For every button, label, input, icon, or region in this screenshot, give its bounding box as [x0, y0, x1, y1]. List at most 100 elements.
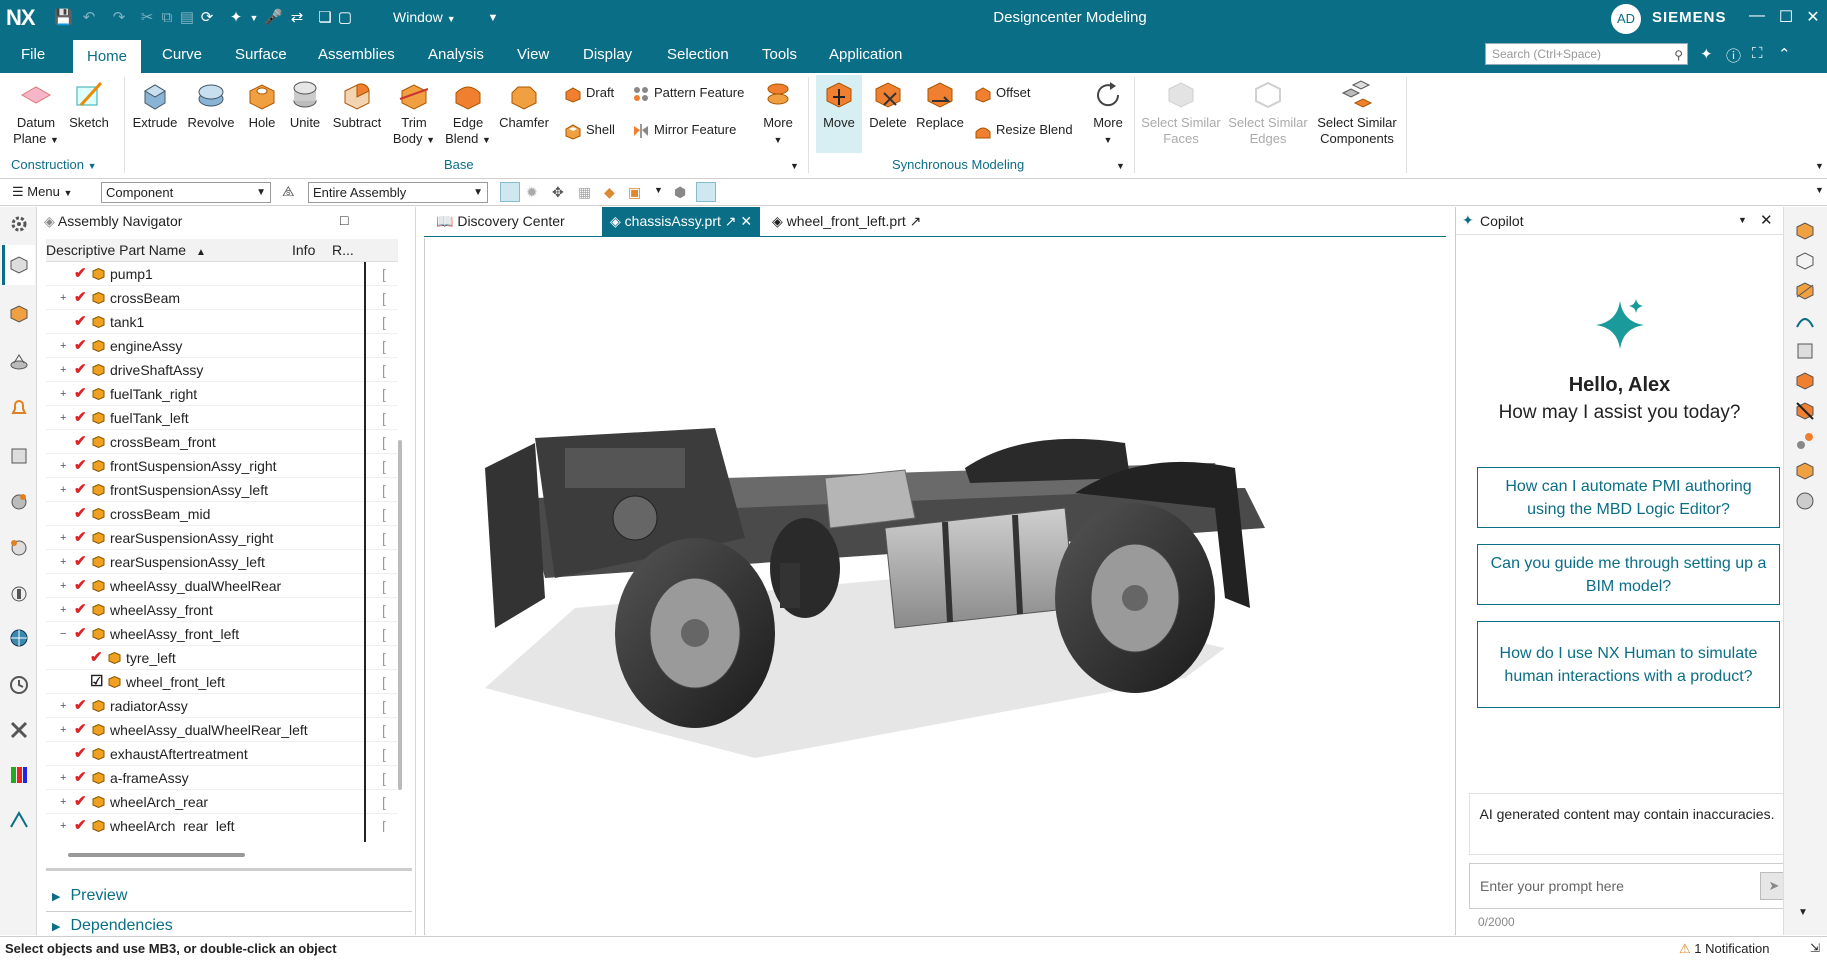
- tools-icon[interactable]: [8, 719, 30, 741]
- visibility-check-icon[interactable]: ✔: [74, 574, 87, 598]
- tree-row[interactable]: + ✔ wheelAssy_dualWheelRear [: [46, 574, 398, 598]
- column-reference-set[interactable]: R...: [332, 242, 354, 258]
- visibility-check-icon[interactable]: ✔: [74, 358, 87, 382]
- group-synchronous-modeling-label[interactable]: Synchronous Modeling: [892, 157, 1024, 172]
- popout-icon[interactable]: ↗: [910, 213, 922, 229]
- tree-row[interactable]: + ✔ rearSuspensionAssy_left [: [46, 550, 398, 574]
- render-sphere-icon[interactable]: [1795, 491, 1815, 511]
- delete-button[interactable]: Delete: [866, 79, 910, 131]
- tree-row[interactable]: ☑ wheel_front_left [: [46, 670, 398, 694]
- subtract-button[interactable]: Subtract: [328, 79, 386, 131]
- curve-icon[interactable]: [1795, 311, 1815, 331]
- view-cube-icon[interactable]: [1795, 341, 1815, 361]
- visualization-icon[interactable]: [8, 537, 30, 559]
- help-icon[interactable]: ⓘ: [1726, 45, 1741, 66]
- unite-button[interactable]: Unite: [283, 79, 327, 131]
- tree-row[interactable]: + ✔ crossBeam [: [46, 286, 398, 310]
- expand-toggle-icon[interactable]: +: [60, 814, 70, 832]
- expand-toggle-icon[interactable]: −: [60, 622, 70, 646]
- visibility-check-icon[interactable]: ✔: [74, 406, 87, 430]
- expand-toggle-icon[interactable]: +: [60, 526, 70, 550]
- visibility-check-icon[interactable]: ✔: [74, 694, 87, 718]
- selbar-options-icon[interactable]: ▼: [1815, 185, 1824, 195]
- tree-row[interactable]: ✔ tyre_left [: [46, 646, 398, 670]
- constraint-navigator-icon[interactable]: [8, 351, 30, 373]
- tree-row[interactable]: + ✔ driveShaftAssy [: [46, 358, 398, 382]
- tree-row[interactable]: + ✔ fuelTank_right [: [46, 382, 398, 406]
- palette-icon[interactable]: [8, 764, 30, 786]
- expand-toggle-icon[interactable]: +: [60, 286, 70, 310]
- move-button[interactable]: Move: [816, 75, 862, 153]
- pane-splitter[interactable]: [46, 868, 412, 871]
- tree-row[interactable]: + ✔ wheelAssy_dualWheelRear_left [: [46, 718, 398, 742]
- expand-toggle-icon[interactable]: +: [60, 358, 70, 382]
- tab-application[interactable]: Application: [829, 46, 902, 63]
- tab-surface[interactable]: Surface: [235, 46, 287, 63]
- tree-row[interactable]: + ✔ radiatorAssy [: [46, 694, 398, 718]
- edge-blend-button[interactable]: Edge Blend ▼: [444, 79, 492, 148]
- expand-toggle-icon[interactable]: +: [60, 694, 70, 718]
- expand-toggle-icon[interactable]: +: [60, 598, 70, 622]
- shell-button[interactable]: Shell: [564, 121, 615, 140]
- column-info[interactable]: Info: [292, 242, 315, 258]
- tree-row[interactable]: + ✔ rearSuspensionAssy_right [: [46, 526, 398, 550]
- suggestion-card[interactable]: How do I use NX Human to simulate human …: [1477, 621, 1780, 708]
- clock-icon[interactable]: [8, 674, 30, 696]
- menu-button[interactable]: ☰ Menu ▼: [12, 184, 72, 200]
- close-tab-icon[interactable]: ✕: [740, 213, 752, 229]
- type-filter-select[interactable]: Component ▼: [101, 182, 271, 203]
- expand-toggle-icon[interactable]: +: [60, 406, 70, 430]
- expand-toggle-icon[interactable]: +: [60, 334, 70, 358]
- tree-row[interactable]: ✔ pump1 [: [46, 262, 398, 286]
- expand-toggle-icon[interactable]: +: [60, 454, 70, 478]
- chevron-down-icon[interactable]: ▼: [1738, 215, 1747, 225]
- tab-assemblies[interactable]: Assemblies: [318, 46, 395, 63]
- visibility-check-icon[interactable]: ✔: [74, 790, 87, 814]
- dependencies-section[interactable]: ▶ Dependencies: [52, 917, 173, 935]
- preview-section[interactable]: ▶ Preview: [52, 887, 127, 905]
- navigator-horizontal-scrollbar[interactable]: [68, 853, 245, 857]
- tab-discovery-center[interactable]: 📖 Discovery Center: [428, 207, 573, 236]
- hole-button[interactable]: Hole: [242, 79, 282, 131]
- tree-row[interactable]: ✔ tank1 [: [46, 310, 398, 334]
- visibility-check-icon[interactable]: ✔: [74, 526, 87, 550]
- column-descriptive-part-name[interactable]: Descriptive Part Name ▲: [46, 242, 206, 258]
- tab-curve[interactable]: Curve: [162, 46, 202, 63]
- tab-tools[interactable]: Tools: [762, 46, 797, 63]
- tab-file[interactable]: File: [21, 46, 45, 63]
- group-synchronous-expand-icon[interactable]: ▼: [1116, 157, 1125, 172]
- tab-wheel-front-left[interactable]: ◈ wheel_front_left.prt ↗: [764, 207, 929, 236]
- tree-row[interactable]: + ✔ wheelArch_rear [: [46, 790, 398, 814]
- shaded-cube-icon[interactable]: [1795, 371, 1815, 391]
- material-icon[interactable]: [1795, 461, 1815, 481]
- assembly-part-icon[interactable]: [1795, 281, 1815, 301]
- notification-button[interactable]: ⚠ 1 Notification: [1679, 941, 1769, 957]
- tab-chassis-assy[interactable]: ◈ chassisAssy.prt ↗ ✕: [602, 207, 761, 236]
- measure-icon[interactable]: [8, 809, 30, 831]
- web-browser-icon[interactable]: [8, 627, 30, 649]
- select-similar-edges-button[interactable]: Select Similar Edges: [1226, 79, 1310, 147]
- snap-point-icon[interactable]: ✥: [552, 184, 564, 201]
- more-features-button[interactable]: More ▼: [758, 79, 798, 148]
- user-avatar[interactable]: AD: [1611, 4, 1641, 34]
- settings-gear-icon[interactable]: [8, 213, 30, 235]
- expand-toggle-icon[interactable]: +: [60, 718, 70, 742]
- maximize-panel-icon[interactable]: □: [340, 212, 348, 228]
- collapse-ribbon-icon[interactable]: ⌃: [1778, 45, 1791, 63]
- visibility-check-icon[interactable]: ✔: [74, 766, 87, 790]
- chamfer-button[interactable]: Chamfer: [496, 79, 552, 131]
- sketch-button[interactable]: Sketch: [66, 79, 112, 131]
- close-icon[interactable]: ✕: [1803, 7, 1823, 27]
- part-icon[interactable]: [1795, 221, 1815, 241]
- graphics-window[interactable]: [424, 238, 1446, 935]
- tree-row[interactable]: + ✔ wheelAssy_front [: [46, 598, 398, 622]
- visibility-check-icon[interactable]: ✔: [74, 382, 87, 406]
- visibility-check-icon[interactable]: ✔: [74, 814, 87, 832]
- expand-toggle-icon[interactable]: +: [60, 478, 70, 502]
- visibility-check-icon[interactable]: ✔: [74, 262, 87, 286]
- select-body-icon[interactable]: ▦: [578, 184, 591, 201]
- visibility-checkbox[interactable]: ☑: [90, 670, 103, 694]
- selection-scope-select[interactable]: Entire Assembly ▼: [308, 182, 488, 203]
- visibility-check-icon[interactable]: ✔: [74, 598, 87, 622]
- visibility-check-icon[interactable]: ✔: [74, 334, 87, 358]
